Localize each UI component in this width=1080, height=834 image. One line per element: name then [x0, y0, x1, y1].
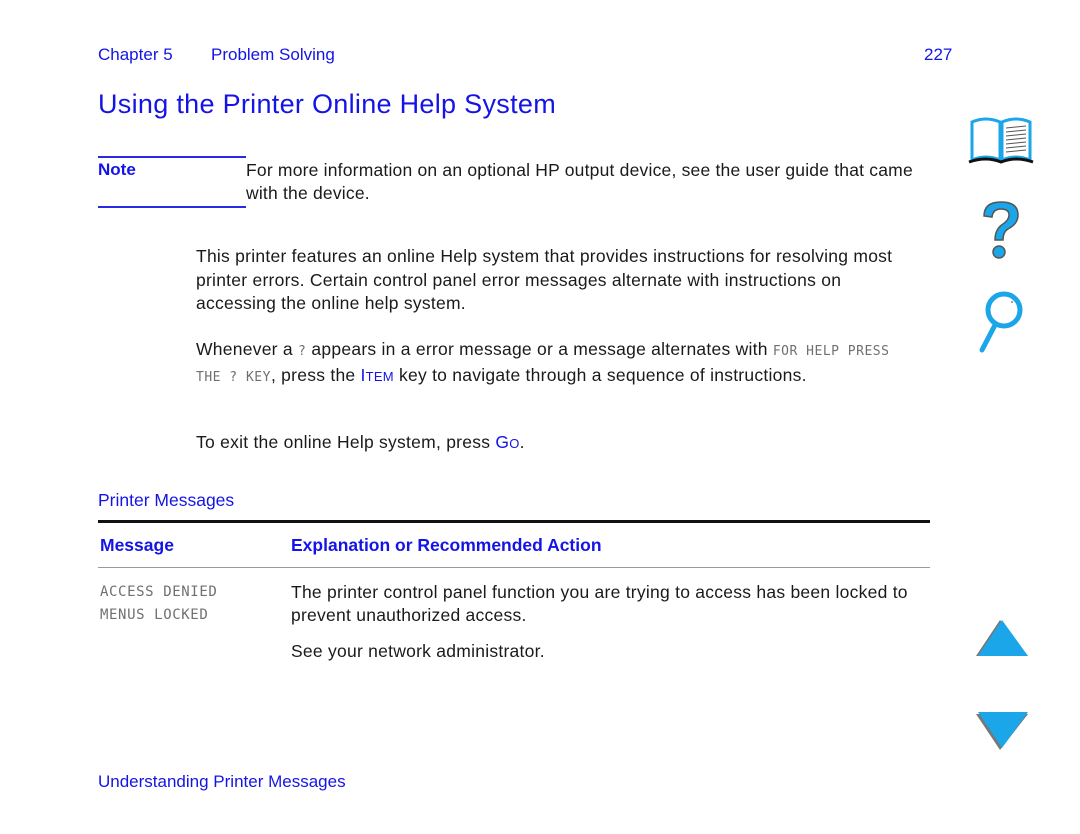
text: Whenever a: [196, 339, 298, 359]
table-top-rule: [98, 520, 930, 523]
explanation-text: The printer control panel function you a…: [291, 582, 908, 625]
previous-page-arrow-icon[interactable]: [974, 618, 1030, 660]
message-code-line: MENUS LOCKED: [100, 607, 209, 623]
header-chapter-link[interactable]: Chapter 5: [98, 45, 173, 65]
key-rest: TEM: [365, 368, 394, 384]
search-magnifier-icon[interactable]: [974, 288, 1028, 356]
printer-messages-heading: Printer Messages: [98, 490, 235, 510]
note-top-rule: [98, 156, 246, 158]
book-icon[interactable]: [966, 114, 1036, 166]
note-bottom-rule: [98, 206, 246, 208]
item-key-label: ITEM: [361, 365, 394, 385]
note-label: Note: [98, 160, 136, 179]
text: .: [519, 432, 525, 452]
page-title: Using the Printer Online Help System: [98, 89, 556, 119]
column-header-explanation: Explanation or Recommended Action: [291, 535, 602, 555]
text: , press the: [270, 364, 361, 385]
go-key-label: GO: [495, 432, 519, 452]
message-code-line: ACCESS DENIED: [100, 584, 218, 600]
help-question-icon[interactable]: [976, 198, 1026, 264]
text: appears in a error message or a message …: [306, 339, 773, 359]
next-page-arrow-icon[interactable]: [974, 710, 1030, 752]
note-text: For more information on an optional HP o…: [246, 160, 913, 203]
table-header-rule: [98, 567, 930, 568]
explanation-action: See your network administrator.: [291, 641, 545, 661]
header-section-link[interactable]: Problem Solving: [211, 45, 335, 65]
help-paragraph: Whenever a ? appears in a error message …: [196, 338, 916, 389]
footer-link[interactable]: Understanding Printer Messages: [98, 772, 346, 792]
intro-paragraph: This printer features an online Help sys…: [196, 246, 893, 313]
text: To exit the online Help system, press: [196, 432, 496, 452]
text: key to navigate through a sequence of in…: [393, 364, 807, 385]
column-header-message: Message: [100, 535, 174, 555]
page-number: 227: [924, 45, 953, 64]
key-initial: G: [495, 432, 510, 452]
exit-paragraph: To exit the online Help system, press GO…: [196, 431, 936, 456]
key-rest: O: [509, 436, 520, 451]
